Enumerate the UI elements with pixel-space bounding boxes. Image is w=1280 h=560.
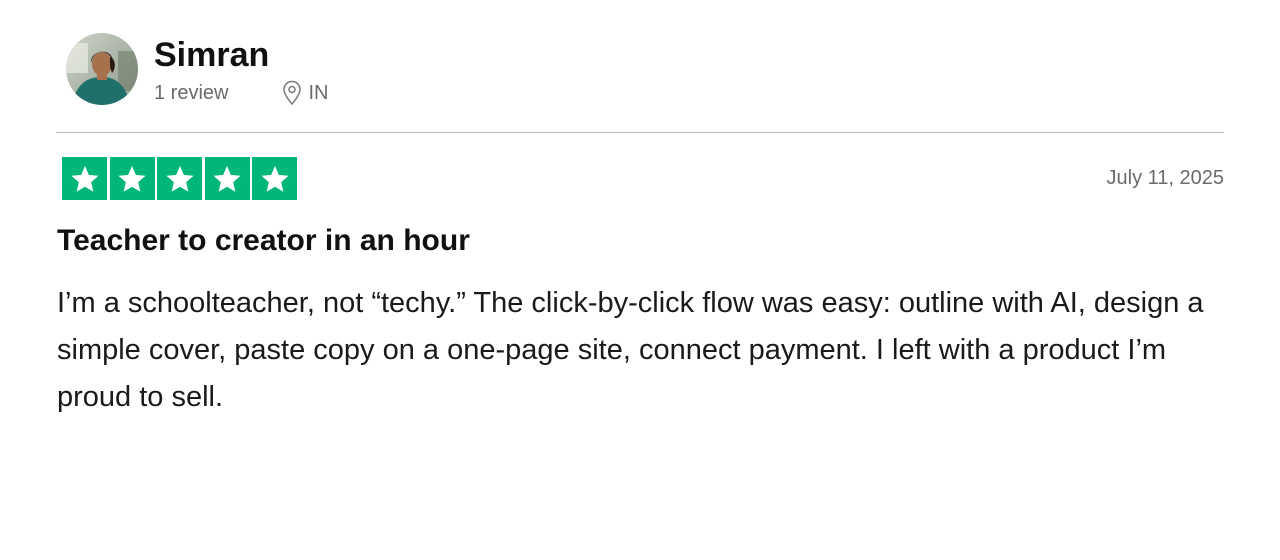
star-4 xyxy=(204,157,250,200)
divider xyxy=(56,132,1224,133)
reviewer-location: IN xyxy=(282,80,328,106)
review-title: Teacher to creator in an hour xyxy=(57,224,470,257)
location-code: IN xyxy=(308,82,329,104)
star-icon xyxy=(165,165,194,192)
reviewer-meta: 1 review IN xyxy=(154,80,328,106)
star-3 xyxy=(157,157,202,200)
reviewer-name[interactable]: Simran xyxy=(154,35,328,75)
avatar[interactable] xyxy=(66,33,138,105)
user-info: Simran 1 review IN xyxy=(154,33,328,106)
star-5 xyxy=(252,157,297,200)
map-pin-icon xyxy=(283,80,302,106)
review-card: Simran 1 review IN July 11, 2025 Teacher… xyxy=(0,0,1280,560)
review-count: 1 review xyxy=(154,82,229,104)
star-icon xyxy=(213,165,241,192)
star-icon xyxy=(70,165,99,192)
reviewer-header: Simran 1 review IN xyxy=(66,33,328,107)
star-2 xyxy=(109,157,155,200)
star-icon xyxy=(118,165,146,192)
star-1 xyxy=(62,157,107,200)
review-body: I’m a schoolteacher, not “techy.” The cl… xyxy=(57,287,1204,413)
star-rating xyxy=(62,157,297,200)
star-icon xyxy=(260,165,289,192)
avatar-image xyxy=(66,33,138,105)
review-date: July 11, 2025 xyxy=(1106,167,1225,189)
